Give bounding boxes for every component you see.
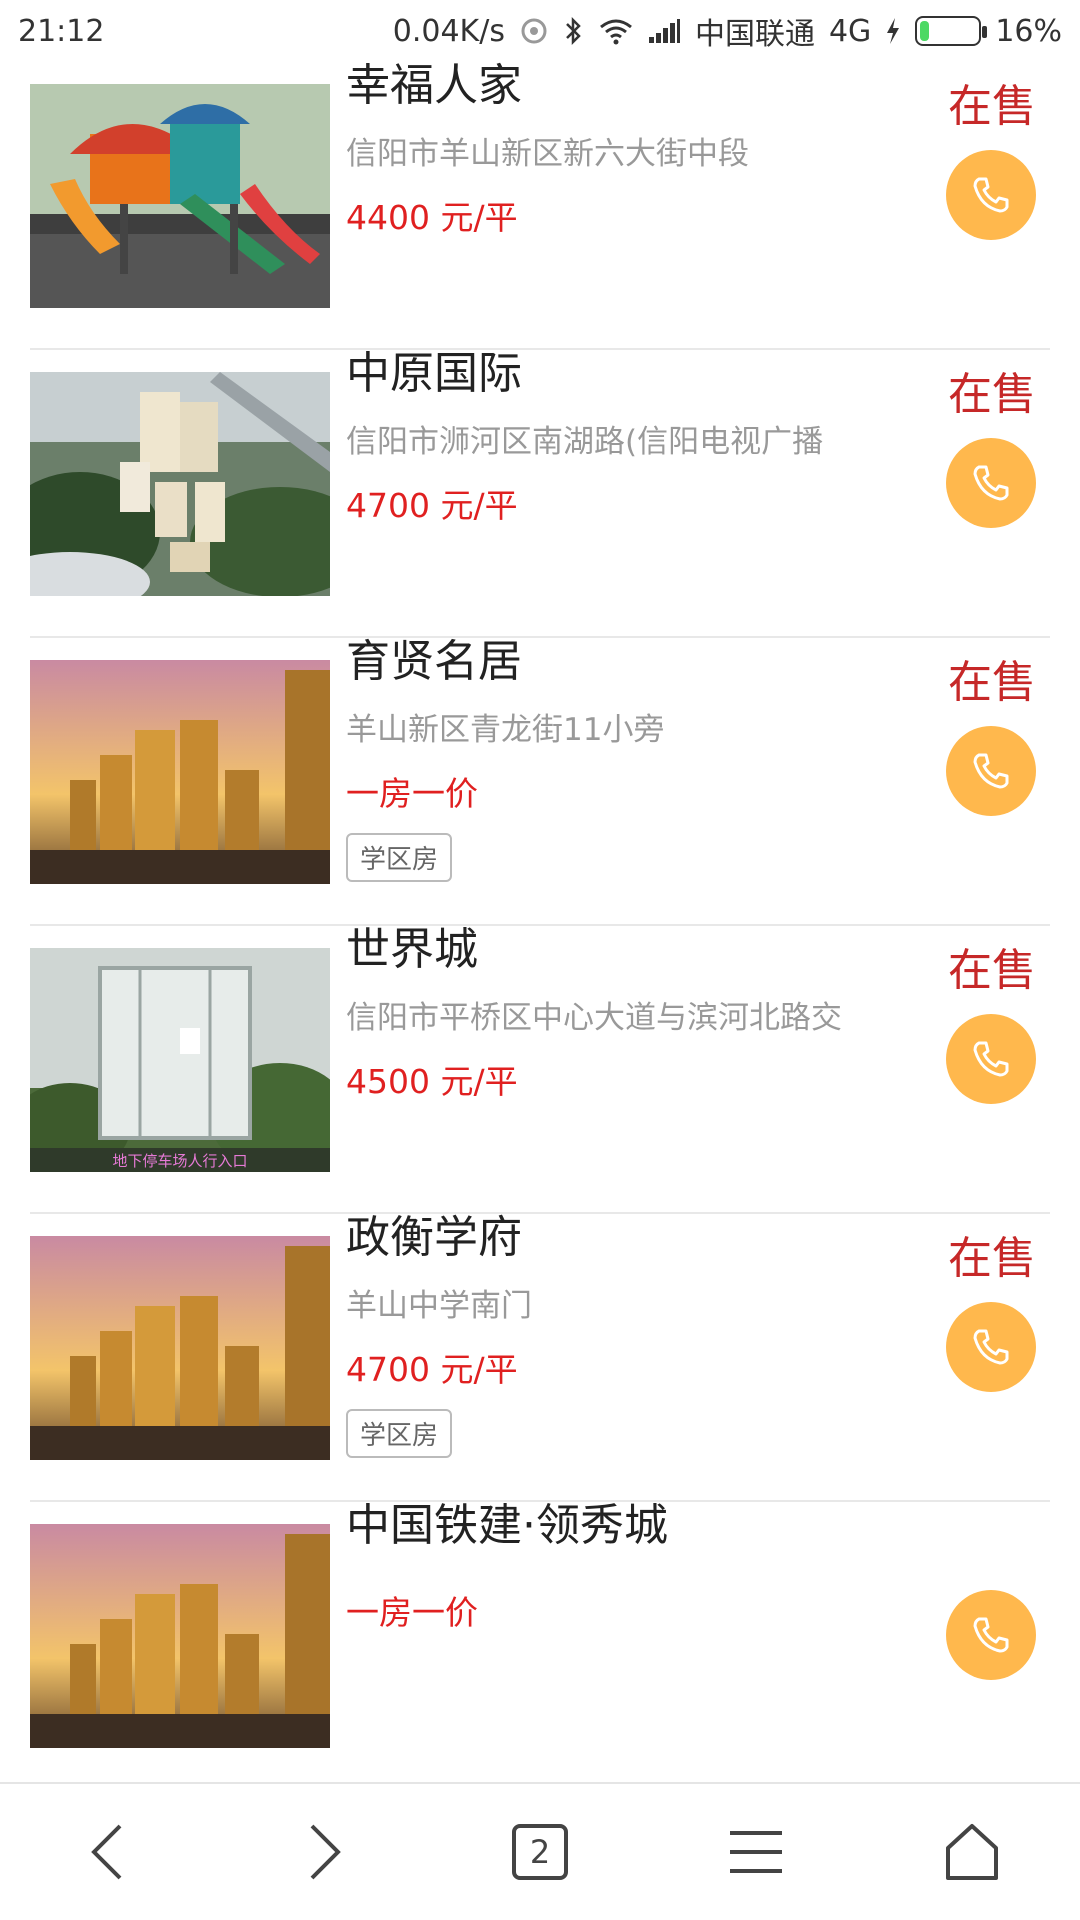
school-district-tag: 学区房 [346,1409,453,1458]
status-time: 21:12 [18,13,105,49]
phone-icon [973,177,1009,213]
menu-button[interactable] [696,1792,816,1912]
property-info: 中国铁建·领秀城 一房一价 [346,1502,946,1634]
network-type: 4G [828,13,872,49]
battery-percent: 16% [995,13,1062,49]
signal-icon [647,14,681,48]
property-thumbnail-aerial[interactable] [30,372,330,596]
property-name[interactable]: 世界城 [346,928,946,972]
phone-icon [973,753,1009,789]
browser-bottom-nav: 2 [0,1782,1080,1920]
phone-icon [973,1041,1009,1077]
property-info: 幸福人家 信阳市羊山新区新六大街中段 4400 元/平 [346,62,946,239]
list-item[interactable]: 中原国际 信阳市浉河区南湖路(信阳电视广播 4700 元/平 在售 [30,350,1050,638]
property-price: 4700 元/平 [346,486,518,525]
property-name[interactable]: 幸福人家 [346,64,946,108]
property-info: 政衡学府 羊山中学南门 4700 元/平 学区房 [346,1214,946,1458]
status-bar: 21:12 0.04K/s 中国联通 4G 16% [0,0,1080,62]
property-name[interactable]: 政衡学府 [346,1216,946,1260]
property-price: 4500 元/平 [346,1062,518,1101]
call-button[interactable] [946,1014,1036,1104]
property-address: 信阳市羊山新区新六大街中段 [346,136,749,172]
property-name[interactable]: 中国铁建·领秀城 [346,1504,946,1548]
hotspot-icon [519,14,549,48]
sale-status: 在售 [948,945,1036,996]
tabs-icon: 2 [512,1824,568,1880]
aerial-complex-image [30,372,330,596]
call-button[interactable] [946,726,1036,816]
property-address: 信阳市浉河区南湖路(信阳电视广播 [346,424,824,460]
status-indicators: 0.04K/s 中国联通 4G 16% [393,9,1062,53]
back-arrow-icon [91,1824,122,1880]
charging-icon [885,14,901,48]
property-address: 羊山新区青龙街11小旁 [346,712,665,748]
carrier-name: 中国联通 [694,17,815,52]
list-item[interactable]: 育贤名居 羊山新区青龙街11小旁 一房一价 学区房 在售 [30,638,1050,926]
property-thumbnail-sunset[interactable] [30,660,330,884]
glass-entrance-image: 地下停车场人行入口 [30,948,330,1172]
list-item[interactable]: 地下停车场人行入口 世界城 信阳市平桥区中心大道与滨河北路交 4500 元/平 … [30,926,1050,1214]
image-caption: 地下停车场人行入口 [112,1152,247,1170]
list-item[interactable]: 幸福人家 信阳市羊山新区新六大街中段 4400 元/平 在售 [30,62,1050,350]
phone-icon [973,1617,1009,1653]
battery-level [920,21,930,41]
tabs-button[interactable]: 2 [480,1792,600,1912]
playground-image [30,84,330,308]
sale-status: 在售 [948,657,1036,708]
property-name[interactable]: 中原国际 [346,352,946,396]
call-button[interactable] [946,1302,1036,1392]
sunset-towers-image [30,660,330,884]
sale-status: 在售 [948,369,1036,420]
network-speed: 0.04K/s [392,13,505,49]
call-button[interactable] [946,150,1036,240]
menu-icon [730,1831,782,1873]
call-button[interactable] [946,1590,1036,1680]
property-name[interactable]: 育贤名居 [346,640,946,684]
phone-icon [973,465,1009,501]
property-list: 幸福人家 信阳市羊山新区新六大街中段 4400 元/平 在售 中原国际 信阳市浉… [0,62,1080,1782]
sunset-towers-image [30,1524,330,1748]
property-address: 信阳市平桥区中心大道与滨河北路交 [346,1000,842,1036]
wifi-icon [599,14,633,48]
property-info: 世界城 信阳市平桥区中心大道与滨河北路交 4500 元/平 [346,926,946,1103]
sale-status: 在售 [948,1233,1036,1284]
home-icon [946,1824,998,1880]
property-price: 4700 元/平 [346,1350,518,1389]
property-thumbnail-playground[interactable] [30,84,330,308]
sale-status: 在售 [948,81,1036,132]
call-button[interactable] [946,438,1036,528]
list-item[interactable]: 政衡学府 羊山中学南门 4700 元/平 学区房 在售 [30,1214,1050,1502]
property-thumbnail-sunset[interactable] [30,1236,330,1460]
back-button[interactable] [48,1792,168,1912]
school-district-tag: 学区房 [346,833,453,882]
property-price: 一房一价 [346,1593,478,1632]
home-button[interactable] [912,1792,1032,1912]
property-info: 中原国际 信阳市浉河区南湖路(信阳电视广播 4700 元/平 [346,350,946,527]
property-info: 育贤名居 羊山新区青龙街11小旁 一房一价 学区房 [346,638,946,882]
battery-icon [915,16,988,46]
property-thumbnail-entrance[interactable]: 地下停车场人行入口 [30,948,330,1172]
bluetooth-icon [563,14,585,48]
list-item[interactable]: 中国铁建·领秀城 一房一价 [30,1502,1050,1782]
phone-icon [973,1329,1009,1365]
property-address: 羊山中学南门 [346,1288,532,1324]
sunset-towers-image [30,1236,330,1460]
property-price: 4400 元/平 [346,198,518,237]
forward-button[interactable] [264,1792,384,1912]
property-price: 一房一价 [346,774,478,813]
property-thumbnail-sunset[interactable] [30,1524,330,1748]
forward-arrow-icon [310,1824,341,1880]
